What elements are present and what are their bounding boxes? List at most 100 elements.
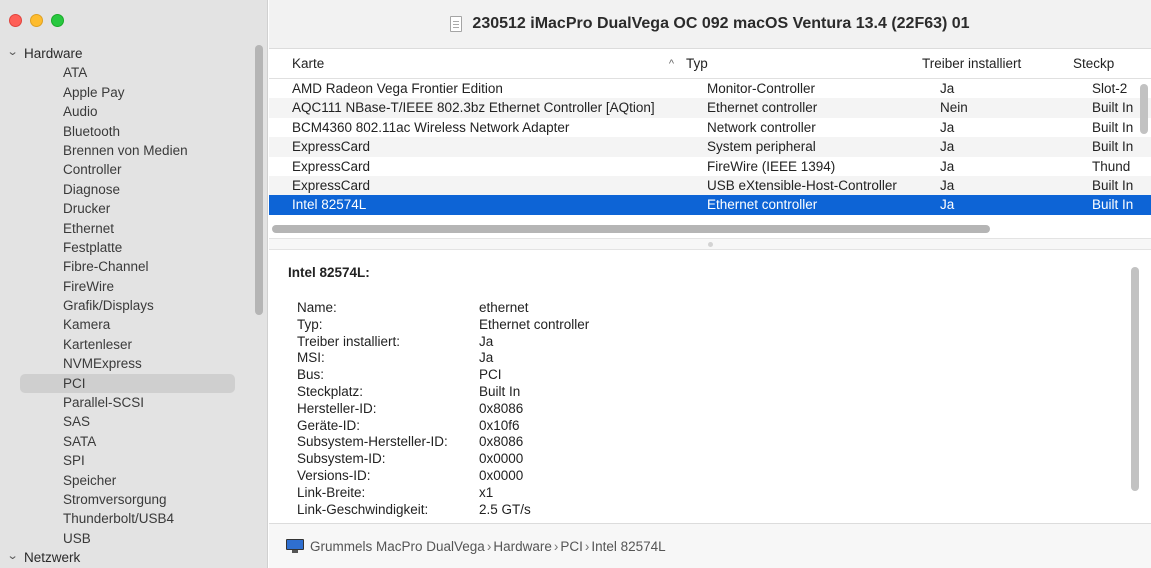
table-horizontal-scrollbar[interactable] <box>272 225 990 233</box>
detail-field-value: Ja <box>479 350 494 366</box>
detail-field-value: x1 <box>479 484 494 500</box>
close-button[interactable] <box>9 14 22 27</box>
table-cell: Intel 82574L <box>292 197 367 213</box>
zoom-button[interactable] <box>51 14 64 27</box>
table-cell: Ethernet controller <box>707 197 818 213</box>
detail-field-value: 0x8086 <box>479 434 524 450</box>
sidebar-group-label: Hardware <box>24 46 83 62</box>
sidebar-item-drucker[interactable]: Drucker <box>0 199 250 218</box>
detail-field-value: ethernet <box>479 300 529 315</box>
sidebar-item-parallel-scsi[interactable]: Parallel-SCSI <box>0 393 250 412</box>
detail-title: Intel 82574L: <box>288 265 370 280</box>
minimize-button[interactable] <box>30 14 43 27</box>
table-row[interactable]: ExpressCard System peripheral Ja Built In <box>269 137 1151 157</box>
table-row[interactable]: ExpressCard FireWire (IEEE 1394) Ja Thund <box>269 157 1151 176</box>
sidebar-item-usb[interactable]: USB <box>0 529 250 548</box>
chevron-down-icon[interactable]: ⌄ <box>7 45 19 58</box>
table-cell: Ja <box>940 81 955 96</box>
sidebar-item-firewire[interactable]: FireWire <box>0 277 250 296</box>
table-row[interactable]: AQC111 NBase-T/IEEE 802.3bz Ethernet Con… <box>269 98 1151 118</box>
sidebar-item-nvmexpress[interactable]: NVMExpress <box>0 354 250 373</box>
title-bar: 230512 iMacPro DualVega OC 092 macOS Ven… <box>269 0 1151 49</box>
detail-field-value: 0x10f6 <box>479 417 520 433</box>
table-cell: ExpressCard <box>292 177 371 193</box>
column-header-treiber[interactable]: Treiber installiert <box>917 49 1070 79</box>
table-cell: System peripheral <box>707 139 816 155</box>
detail-field-label: Typ: <box>297 316 323 332</box>
sidebar-item-sata[interactable]: SATA <box>0 432 250 451</box>
table-header: Karte ^ Typ Treiber installiert Steckp <box>269 49 1151 79</box>
sidebar-item-controller[interactable]: Controller <box>0 160 250 179</box>
breadcrumb-item[interactable]: Grummels MacPro DualVega <box>310 539 485 554</box>
sidebar-group-hardware[interactable]: ⌄ Hardware <box>0 44 250 63</box>
detail-field: Link-Breite: x1 <box>297 485 589 502</box>
column-header-label: Treiber installiert <box>922 55 1022 71</box>
table-row[interactable]: BCM4360 802.11ac Wireless Network Adapte… <box>269 118 1151 137</box>
detail-field-value: 0x0000 <box>479 451 524 467</box>
sidebar-item-festplatte[interactable]: Festplatte <box>0 238 250 257</box>
table-cell: ExpressCard <box>292 139 371 155</box>
sidebar-item-fibre-channel[interactable]: Fibre-Channel <box>0 257 250 276</box>
table-cell: ExpressCard <box>292 158 371 174</box>
table-cell: Ethernet controller <box>707 100 818 116</box>
sidebar-scrollbar[interactable] <box>255 45 263 315</box>
table-cell: BCM4360 802.11ac Wireless Network Adapte… <box>292 119 570 135</box>
table-cell: Built In <box>1092 177 1134 193</box>
sidebar-item-kamera[interactable]: Kamera <box>0 315 250 334</box>
table-cell: Built In <box>1092 139 1134 155</box>
sidebar-item-sas[interactable]: SAS <box>0 412 250 431</box>
divider-handle-icon[interactable] <box>708 242 713 247</box>
sort-ascending-icon: ^ <box>668 57 674 70</box>
column-header-label: Karte <box>292 55 325 71</box>
sidebar-item-ethernet[interactable]: Ethernet <box>0 219 250 238</box>
sidebar-item-speicher[interactable]: Speicher <box>0 471 250 490</box>
detail-field-value: 2.5 GT/s <box>479 501 531 517</box>
column-header-steckplatz[interactable]: Steckp <box>1070 49 1136 79</box>
detail-field-label: Subsystem-ID: <box>297 451 386 467</box>
column-header-karte[interactable]: Karte ^ <box>269 49 684 79</box>
sidebar-group-label: Netzwerk <box>24 550 81 566</box>
detail-field-value: Built In <box>479 383 521 399</box>
detail-field-label: Steckplatz: <box>297 383 364 399</box>
breadcrumb-item[interactable]: PCI <box>560 539 583 554</box>
table-cell: Built In <box>1092 100 1134 116</box>
column-header-typ[interactable]: Typ <box>684 49 917 79</box>
sidebar-item-pci[interactable]: PCI <box>20 373 235 394</box>
detail-field: Subsystem-Hersteller-ID: 0x8086 <box>297 434 589 451</box>
table-row[interactable]: AMD Radeon Vega Frontier Edition Monitor-… <box>269 79 1151 98</box>
detail-field-value: 0x8086 <box>479 400 524 416</box>
sidebar-item-brennen-von-medien[interactable]: Brennen von Medien <box>0 141 250 160</box>
window-title: 230512 iMacPro DualVega OC 092 macOS Ven… <box>472 15 970 32</box>
table-cell: Ja <box>940 139 955 155</box>
sidebar-item-kartenleser[interactable]: Kartenleser <box>0 335 250 354</box>
sidebar-group-netzwerk[interactable]: ⌄ Netzwerk <box>0 548 250 567</box>
sidebar-item-spi[interactable]: SPI <box>0 451 250 470</box>
sidebar-item-stromversorgung[interactable]: Stromversorgung <box>0 490 250 509</box>
sidebar-item-ata[interactable]: ATA <box>0 63 250 82</box>
breadcrumb-item[interactable]: Hardware <box>493 539 552 554</box>
table-vertical-scrollbar[interactable] <box>1140 84 1148 134</box>
detail-field: Link-Geschwindigkeit: 2.5 GT/s <box>297 502 589 519</box>
detail-field-label: Link-Breite: <box>297 484 366 500</box>
detail-field: Versions-ID: 0x0000 <box>297 468 589 485</box>
table-cell: Thund <box>1092 158 1131 174</box>
document-icon <box>450 16 463 32</box>
table-row[interactable]: ExpressCard USB eXtensible-Host-Controlle… <box>269 175 1151 196</box>
table-row[interactable]: Intel 82574L Ethernet controller Ja Built I… <box>269 195 1151 215</box>
sidebar: ⌄ Hardware ATA Apple Pay Audio Bluetooth Bre… <box>0 0 268 568</box>
sidebar-item-bluetooth[interactable]: Bluetooth <box>0 122 250 141</box>
breadcrumb-item[interactable]: Intel 82574L <box>591 539 665 554</box>
sidebar-item-thunderbolt-usb4[interactable]: Thunderbolt/USB4 <box>0 509 250 528</box>
sidebar-item-apple-pay[interactable]: Apple Pay <box>0 83 250 102</box>
detail-field-label: Hersteller-ID: <box>297 400 377 416</box>
sidebar-items: ATA Apple Pay Audio Bluetooth Brennen von Me… <box>0 63 250 548</box>
sidebar-item-grafik-displays[interactable]: Grafik/Displays <box>0 296 250 315</box>
detail-field-label: Versions-ID: <box>297 467 371 483</box>
device-table: Karte ^ Typ Treiber installiert Steckp A… <box>269 49 1151 239</box>
split-view-divider[interactable] <box>269 238 1151 250</box>
chevron-down-icon[interactable]: ⌄ <box>7 549 19 562</box>
detail-scrollbar[interactable] <box>1131 267 1139 491</box>
detail-field: Subsystem-ID: 0x0000 <box>297 451 589 468</box>
sidebar-item-audio[interactable]: Audio <box>0 102 250 121</box>
sidebar-item-diagnose[interactable]: Diagnose <box>0 180 250 199</box>
